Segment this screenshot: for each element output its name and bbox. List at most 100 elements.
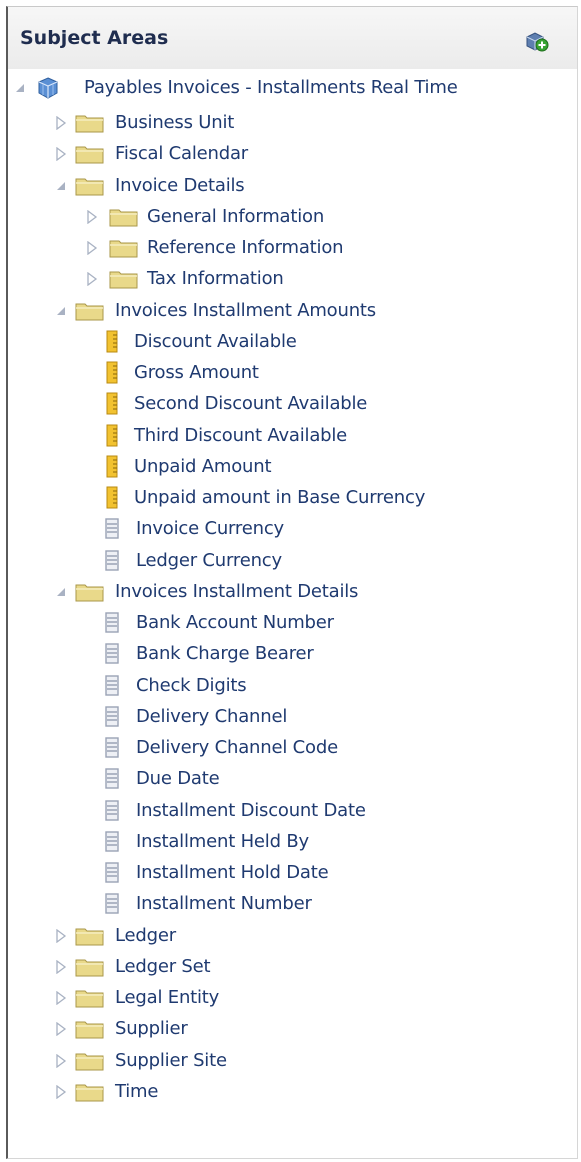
attribute-column-icon (104, 611, 120, 639)
attribute-column-icon (104, 736, 120, 764)
expand-toggle-icon[interactable] (85, 241, 99, 255)
tree-folder-business-unit[interactable]: Business Unit (8, 108, 568, 138)
tree-node-label: Third Discount Available (134, 424, 348, 446)
tree-column-unpaid-amount-in-base-currency[interactable]: Unpaid amount in Base Currency (8, 483, 568, 513)
tree-folder-invoices-installment-details[interactable]: Invoices Installment Details (8, 577, 568, 607)
expand-toggle-icon[interactable] (54, 147, 68, 162)
folder-icon (75, 1081, 105, 1107)
tree-column-third-discount-available[interactable]: Third Discount Available (8, 421, 568, 451)
tree-folder-supplier-site[interactable]: Supplier Site (8, 1046, 568, 1076)
tree-node-label: Invoice Details (115, 174, 245, 196)
measure-column-icon (105, 361, 119, 389)
tree-column-installment-discount-date[interactable]: Installment Discount Date (8, 796, 568, 826)
tree-column-delivery-channel[interactable]: Delivery Channel (8, 702, 568, 732)
tree-node-label: Supplier Site (115, 1049, 227, 1071)
collapse-toggle-icon[interactable] (54, 585, 68, 599)
tree-node-label: Due Date (136, 768, 220, 790)
tree-column-unpaid-amount[interactable]: Unpaid Amount (8, 452, 568, 482)
tree-node-label: Discount Available (134, 330, 297, 352)
folder-icon (75, 112, 105, 138)
tree-folder-time[interactable]: Time (8, 1077, 568, 1107)
tree-node-label: Supplier (115, 1018, 188, 1040)
folder-icon (109, 268, 139, 294)
folder-icon (75, 1018, 105, 1044)
tree-node-label: Invoice Currency (136, 518, 284, 540)
tree-folder-general-information[interactable]: General Information (8, 202, 568, 232)
folder-icon (75, 175, 105, 201)
add-subject-area-icon[interactable] (524, 29, 550, 53)
tree-column-bank-charge-bearer[interactable]: Bank Charge Bearer (8, 639, 568, 669)
subject-area-cube-icon (35, 76, 61, 104)
measure-column-icon (105, 455, 119, 483)
tree-node-label: Invoices Installment Details (115, 580, 359, 602)
expand-toggle-icon[interactable] (54, 928, 68, 943)
tree-node-label: Delivery Channel Code (136, 737, 338, 758)
tree-node-label: Delivery Channel (136, 705, 288, 727)
folder-icon (109, 206, 139, 232)
collapse-toggle-icon[interactable] (54, 304, 68, 318)
tree-folder-ledger-set[interactable]: Ledger Set (8, 952, 568, 982)
tree-folder-supplier[interactable]: Supplier (8, 1014, 568, 1044)
folder-icon (75, 956, 105, 982)
tree-node-label: Legal Entity (115, 987, 220, 1008)
tree-node-label: General Information (147, 205, 325, 227)
folder-icon (75, 1050, 105, 1076)
tree-column-installment-hold-date[interactable]: Installment Hold Date (8, 858, 568, 888)
collapse-toggle-icon[interactable] (13, 81, 27, 95)
attribute-column-icon (104, 517, 120, 545)
tree-folder-fiscal-calendar[interactable]: Fiscal Calendar (8, 139, 568, 169)
tree-node-label: Reference Information (147, 237, 344, 258)
tree-column-check-digits[interactable]: Check Digits (8, 671, 568, 701)
tree-node-label: Installment Discount Date (136, 799, 366, 821)
expand-toggle-icon[interactable] (54, 959, 68, 974)
attribute-column-icon (104, 767, 120, 795)
tree-column-second-discount-available[interactable]: Second Discount Available (8, 389, 568, 419)
tree-folder-tax-information[interactable]: Tax Information (8, 264, 568, 294)
attribute-column-icon (104, 674, 120, 702)
tree-root[interactable]: Payables Invoices - Installments Real Ti… (8, 73, 568, 103)
tree-node-label: Unpaid amount in Base Currency (134, 487, 426, 508)
tree-folder-invoices-installment-amounts[interactable]: Invoices Installment Amounts (8, 296, 568, 326)
panel-header: Subject Areas (8, 7, 577, 69)
expand-toggle-icon[interactable] (54, 116, 68, 130)
tree-column-bank-account-number[interactable]: Bank Account Number (8, 608, 568, 638)
tree-column-gross-amount[interactable]: Gross Amount (8, 358, 568, 388)
tree-column-delivery-channel-code[interactable]: Delivery Channel Code (8, 733, 568, 763)
expand-toggle-icon[interactable] (54, 1084, 68, 1099)
tree-column-invoice-currency[interactable]: Invoice Currency (8, 514, 568, 544)
tree-root-label: Payables Invoices - Installments Real Ti… (84, 77, 458, 98)
tree-folder-reference-information[interactable]: Reference Information (8, 233, 568, 263)
tree-column-installment-held-by[interactable]: Installment Held By (8, 827, 568, 857)
folder-icon (75, 143, 105, 169)
panel-title: Subject Areas (20, 27, 169, 49)
tree-column-ledger-currency[interactable]: Ledger Currency (8, 546, 568, 576)
expand-toggle-icon[interactable] (54, 1053, 68, 1068)
tree-node-label: Ledger Set (115, 955, 211, 977)
tree-folder-legal-entity[interactable]: Legal Entity (8, 983, 568, 1013)
tree-node-label: Fiscal Calendar (115, 143, 249, 165)
folder-icon (75, 987, 105, 1013)
tree-column-due-date[interactable]: Due Date (8, 764, 568, 794)
expand-toggle-icon[interactable] (85, 272, 99, 287)
collapse-toggle-icon[interactable] (54, 179, 68, 193)
expand-toggle-icon[interactable] (85, 209, 99, 224)
measure-column-icon (105, 424, 119, 452)
tree-folder-ledger[interactable]: Ledger (8, 921, 568, 951)
tree-node-label: Time (115, 1080, 159, 1102)
attribute-column-icon (104, 799, 120, 827)
attribute-column-icon (104, 892, 120, 920)
tree-column-discount-available[interactable]: Discount Available (8, 327, 568, 357)
measure-column-icon (105, 392, 119, 420)
measure-column-icon (105, 330, 119, 358)
tree-node-label: Unpaid Amount (134, 455, 272, 477)
expand-toggle-icon[interactable] (54, 991, 68, 1005)
tree-folder-invoice-details[interactable]: Invoice Details (8, 171, 568, 201)
attribute-column-icon (104, 549, 120, 577)
tree-node-label: Business Unit (115, 112, 235, 133)
expand-toggle-icon[interactable] (54, 1022, 68, 1037)
tree-column-installment-number[interactable]: Installment Number (8, 889, 568, 919)
subject-areas-panel: Subject Areas Payables Invoices - Instal… (6, 6, 578, 1159)
folder-icon (109, 237, 139, 263)
tree-node-label: Tax Information (147, 268, 284, 290)
tree-node-label: Installment Hold Date (136, 862, 329, 883)
